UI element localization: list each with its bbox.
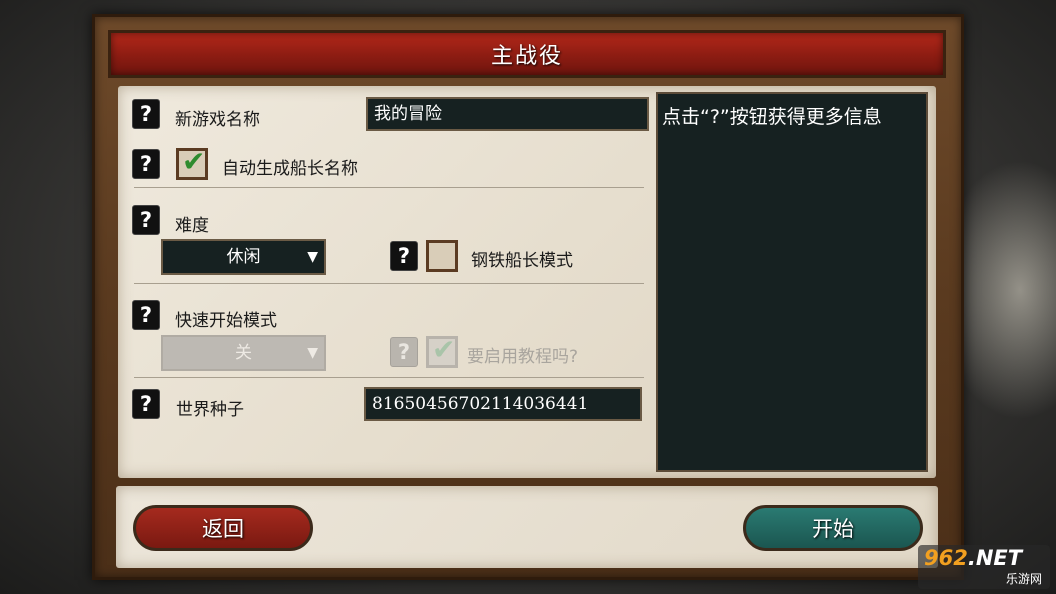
start-button-label: 开始	[812, 517, 854, 541]
iron-captain-checkbox[interactable]	[426, 240, 458, 272]
back-button[interactable]: 返回	[133, 505, 313, 551]
start-button[interactable]: 开始	[743, 505, 923, 551]
quick-start-value: 关	[235, 343, 252, 363]
watermark-logo: 962.NET	[924, 546, 1022, 570]
difficulty-value: 休闲	[226, 247, 261, 267]
tutorial-label: 要启用教程吗?	[467, 347, 579, 367]
help-button-game-name[interactable]: ?	[132, 99, 160, 129]
dropdown-arrow-icon: ▼	[307, 249, 318, 265]
divider	[134, 283, 644, 284]
help-button-difficulty[interactable]: ?	[132, 205, 160, 235]
help-button-auto-captain[interactable]: ?	[132, 149, 160, 179]
auto-captain-checkbox[interactable]: ✔	[176, 145, 208, 180]
site-watermark: 962.NET 乐游网	[918, 545, 1050, 589]
seed-label: 世界种子	[176, 400, 244, 420]
difficulty-label: 难度	[175, 216, 209, 236]
game-name-label: 新游戏名称	[175, 110, 260, 130]
quick-start-label: 快速开始模式	[175, 311, 277, 331]
checkmark-icon: ✔	[182, 145, 206, 178]
watermark-number: 962	[924, 546, 968, 570]
help-button-tutorial[interactable]: ?	[390, 337, 418, 367]
checkmark-icon: ✔	[432, 333, 456, 366]
auto-captain-label: 自动生成船长名称	[222, 159, 358, 179]
tutorial-checkbox[interactable]: ✔	[426, 333, 458, 368]
back-button-label: 返回	[202, 517, 244, 541]
iron-captain-label: 钢铁船长模式	[471, 251, 573, 271]
game-name-input[interactable]: 我的冒险	[366, 97, 649, 131]
quick-start-dropdown[interactable]: 关 ▼	[161, 335, 326, 371]
help-button-iron-captain[interactable]: ?	[390, 241, 418, 271]
help-button-quick-start[interactable]: ?	[132, 300, 160, 330]
watermark-site-name: 乐游网	[1005, 572, 1042, 586]
difficulty-dropdown[interactable]: 休闲 ▼	[161, 239, 326, 275]
divider	[134, 187, 644, 188]
dialog-title: 主战役	[490, 44, 563, 69]
info-text: 点击“?”按钮获得更多信息	[662, 106, 882, 128]
dropdown-arrow-icon: ▼	[307, 345, 318, 361]
info-panel: 点击“?”按钮获得更多信息	[656, 92, 928, 472]
watermark-suffix: .NET	[967, 546, 1023, 570]
title-bar: 主战役	[108, 30, 946, 78]
seed-input[interactable]: 81650456702114036441	[364, 387, 642, 421]
divider	[134, 377, 644, 378]
help-button-seed[interactable]: ?	[132, 389, 160, 419]
